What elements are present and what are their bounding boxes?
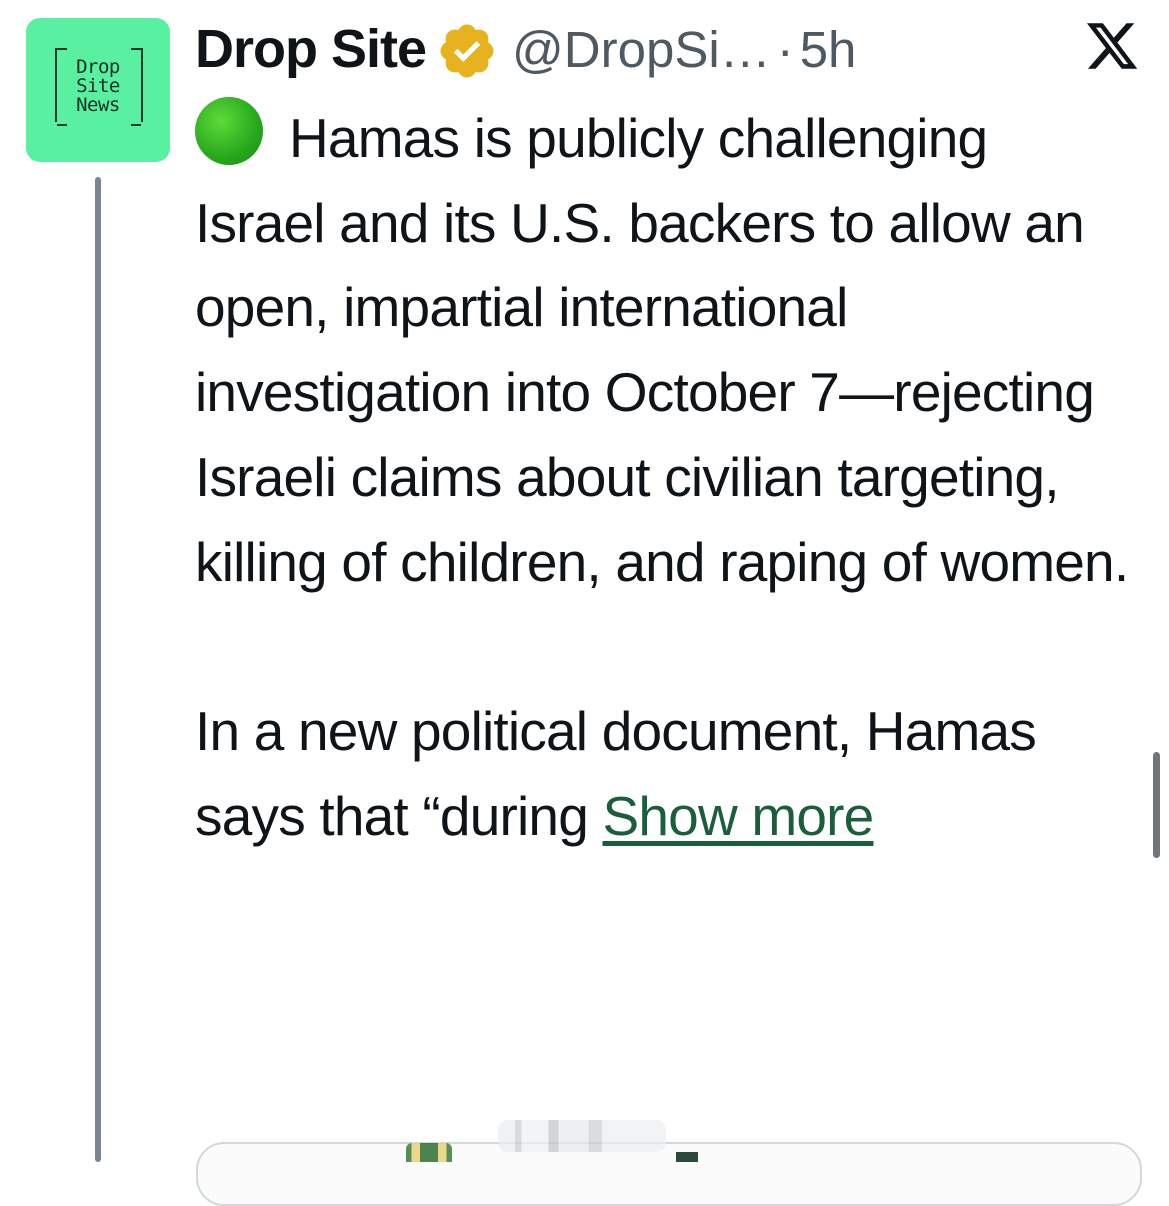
- green-circle-emoji-icon: [195, 97, 263, 165]
- verified-badge-icon[interactable]: [436, 20, 498, 82]
- x-logo-icon: [1086, 23, 1138, 69]
- tweet-header: Drop Site @DropSi… · 5h: [195, 16, 856, 82]
- timestamp[interactable]: 5h: [800, 20, 857, 79]
- media-emblem-image: [406, 1143, 452, 1162]
- show-more-link[interactable]: Show more: [602, 785, 874, 847]
- tweet-paragraph-text: Hamas is publicly challenging Israel and…: [195, 107, 1129, 593]
- media-preview-mark: [676, 1152, 698, 1162]
- tweet-paragraph: Hamas is publicly challenging Israel and…: [195, 96, 1130, 604]
- avatar-logo-text: Drop Site News: [26, 58, 170, 115]
- display-name[interactable]: Drop Site: [195, 18, 427, 80]
- tweet-body: Hamas is publicly challenging Israel and…: [195, 96, 1130, 858]
- author-handle[interactable]: @DropSi…: [512, 20, 771, 79]
- separator-dot: ·: [776, 20, 794, 78]
- thread-line: [95, 177, 101, 1162]
- media-preview-image: [498, 1120, 666, 1152]
- tweet-paragraph: In a new political document, Hamas says …: [195, 689, 1130, 858]
- media-card[interactable]: [196, 1142, 1142, 1206]
- scrollbar[interactable]: [1153, 752, 1160, 858]
- avatar[interactable]: Drop Site News: [26, 18, 170, 162]
- avatar-logo-line: News: [76, 94, 120, 116]
